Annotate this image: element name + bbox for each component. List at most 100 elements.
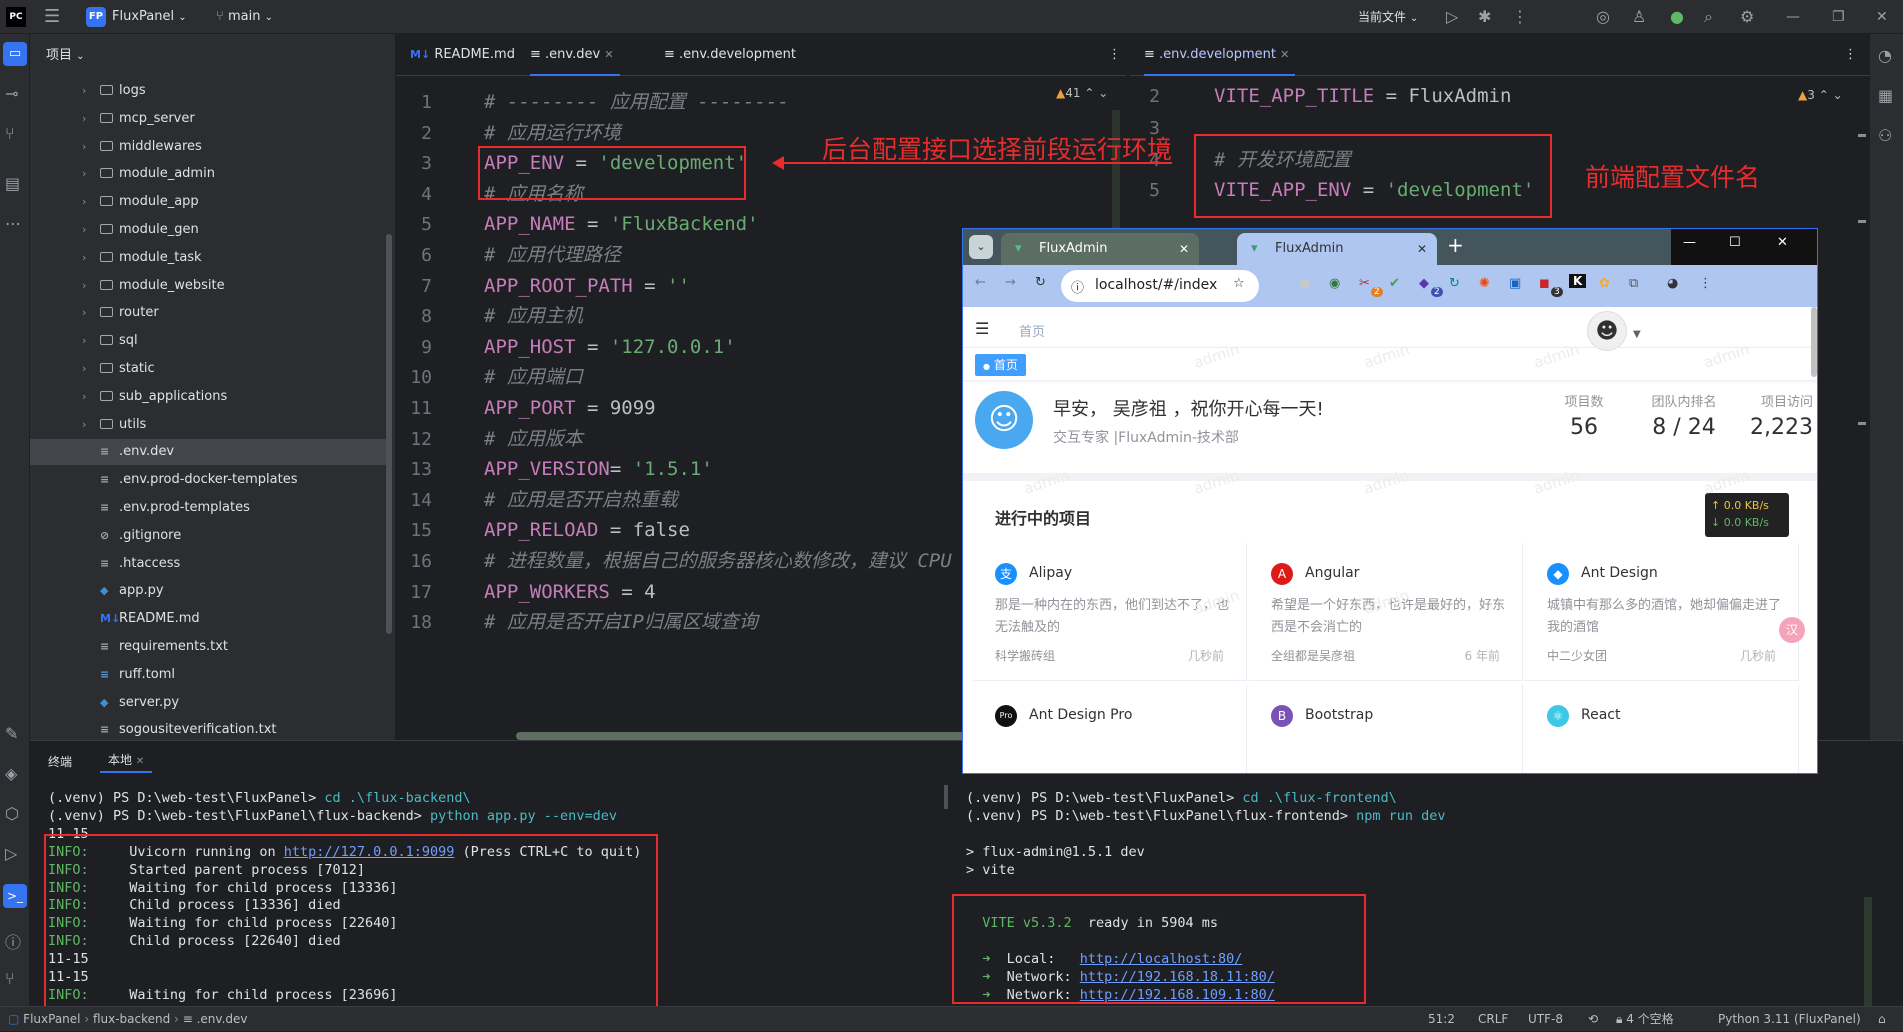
tree-file[interactable]: M↓ README.md: [30, 606, 390, 632]
tree-folder[interactable]: › sql: [30, 328, 390, 354]
code-line[interactable]: # 应用是否开启IP归属区域查询: [484, 604, 758, 641]
project-panel-header[interactable]: 项目 ⌄: [46, 34, 85, 78]
terminal-splitter[interactable]: [944, 785, 948, 809]
chevron-right-icon[interactable]: ›: [82, 78, 86, 104]
extension-icon[interactable]: ✂: [1359, 276, 1370, 291]
add-user-icon[interactable]: ♙: [1632, 0, 1646, 34]
chevron-right-icon[interactable]: ›: [82, 412, 86, 438]
chevron-right-icon[interactable]: ›: [82, 356, 86, 382]
extensions-puzzle-icon[interactable]: ⧉: [1629, 276, 1638, 291]
project-card[interactable]: ◆ Ant Design 城镇中有那么多的酒馆，她却偏偏走进了我的酒馆 中二少女团 几秒…: [1525, 543, 1799, 681]
minimize-window-icon[interactable]: —: [1786, 0, 1800, 34]
ai-chat-icon[interactable]: ⚇: [1878, 126, 1892, 145]
chevron-right-icon[interactable]: ›: [82, 161, 86, 187]
chevron-right-icon[interactable]: ›: [82, 273, 86, 299]
close-tab-icon[interactable]: ✕: [604, 48, 613, 61]
more-tools-icon[interactable]: ⋯: [5, 214, 21, 233]
page-breadcrumb[interactable]: 首页: [1019, 321, 1045, 340]
indent-setting[interactable]: 🔒︎ 4 个空格: [1616, 1007, 1674, 1032]
chevron-right-icon[interactable]: ›: [82, 217, 86, 243]
crumb-project[interactable]: FluxPanel: [23, 1012, 80, 1026]
plugin-status-icon[interactable]: ●: [1670, 0, 1684, 34]
tree-file[interactable]: ≡ sogousiteverification.txt: [30, 717, 390, 740]
extension-icon[interactable]: ◉: [1329, 276, 1340, 291]
close-tab-icon[interactable]: ✕: [1179, 233, 1189, 265]
bookmark-star-icon[interactable]: ☆: [1233, 276, 1245, 291]
project-card[interactable]: A Angular 希望是一个好东西，也许是最好的，好东西是不会消亡的 全组都是吴彦祖…: [1249, 543, 1523, 681]
tree-file[interactable]: ≡ .htaccess: [30, 551, 390, 577]
run-icon[interactable]: ▷: [1446, 0, 1458, 34]
maximize-icon[interactable]: ☐: [1729, 235, 1741, 250]
terminal-tab-local[interactable]: 本地 ✕: [100, 747, 153, 773]
tree-folder[interactable]: › module_gen: [30, 217, 390, 243]
chevron-right-icon[interactable]: ›: [82, 328, 86, 354]
reload-icon[interactable]: ↻: [1035, 275, 1046, 290]
terminal-icon[interactable]: >_: [3, 884, 27, 908]
extension-icon[interactable]: K: [1569, 274, 1587, 288]
close-tab-icon[interactable]: ✕: [136, 756, 144, 767]
floating-assistant-icon[interactable]: 汉: [1779, 617, 1805, 643]
tab-env-dev[interactable]: ≡ .env.dev ✕: [530, 34, 620, 76]
horizontal-scrollbar[interactable]: [516, 732, 976, 740]
database-icon[interactable]: ▦: [1878, 86, 1893, 105]
tree-folder[interactable]: › static: [30, 356, 390, 382]
chevron-right-icon[interactable]: ›: [82, 106, 86, 132]
run-config-dropdown[interactable]: 当前文件 ⌄: [1358, 0, 1418, 34]
extension-icon[interactable]: ↻: [1449, 276, 1460, 291]
tab-env-development[interactable]: ≡ .env.development: [664, 34, 796, 76]
readonly-lock-icon[interactable]: ⌂: [1878, 1007, 1886, 1032]
tab-readme[interactable]: M↓ README.md: [410, 34, 515, 76]
new-tab-icon[interactable]: +: [1447, 233, 1464, 257]
project-card[interactable]: Pro Ant Design Pro: [973, 685, 1247, 773]
tree-file[interactable]: ≡ .env.prod-templates: [30, 495, 390, 521]
browser-menu-icon[interactable]: ⋮: [1699, 276, 1712, 291]
tree-file[interactable]: ⊘ .gitignore: [30, 523, 390, 549]
project-folder-icon[interactable]: ▭: [3, 42, 27, 66]
tab-options-icon[interactable]: ⋮: [1844, 34, 1857, 76]
extension-icon[interactable]: ✿: [1599, 276, 1610, 291]
tree-folder[interactable]: › utils: [30, 412, 390, 438]
python-interpreter[interactable]: Python 3.11 (FluxPanel): [1718, 1007, 1861, 1032]
problems-icon[interactable]: ⓘ: [5, 929, 21, 953]
project-card[interactable]: ⚛ React: [1525, 685, 1799, 773]
scrollbar[interactable]: [386, 234, 392, 634]
extension-icon[interactable]: ◼: [1539, 276, 1550, 291]
ai-assistant-icon[interactable]: ◎: [1596, 0, 1610, 34]
tree-folder[interactable]: › logs: [30, 78, 390, 104]
address-bar[interactable]: ⓘ localhost/#/index ☆: [1061, 270, 1259, 302]
tab-options-icon[interactable]: ⋮: [1108, 34, 1121, 76]
vcs-icon[interactable]: ⟲: [1588, 1007, 1598, 1032]
tree-folder[interactable]: › module_task: [30, 245, 390, 271]
debug-icon[interactable]: ✱: [1478, 0, 1491, 34]
main-menu-icon[interactable]: ☰: [44, 0, 60, 34]
extension-icon[interactable]: ✔: [1389, 276, 1400, 291]
tree-file[interactable]: ◆ app.py: [30, 578, 390, 604]
tree-folder[interactable]: › module_admin: [30, 161, 390, 187]
crumb-file[interactable]: .env.dev: [197, 1012, 248, 1026]
terminal-scrollbar[interactable]: [1864, 897, 1872, 1007]
notifications-icon[interactable]: ◔: [1878, 46, 1892, 65]
search-icon[interactable]: ⌕: [1704, 0, 1713, 34]
browser-tab-2[interactable]: ▾ FluxAdmin ✕: [1237, 233, 1437, 265]
sidebar-toggle-icon[interactable]: ☰: [975, 319, 989, 338]
tree-folder[interactable]: › mcp_server: [30, 106, 390, 132]
commit-icon[interactable]: ⊸: [5, 84, 18, 103]
run-panel-icon[interactable]: ▷: [5, 844, 17, 863]
chevron-right-icon[interactable]: ›: [82, 189, 86, 215]
close-icon[interactable]: ✕: [1777, 235, 1788, 250]
file-encoding[interactable]: UTF-8: [1528, 1007, 1563, 1032]
code-line[interactable]: VITE_APP_TITLE = FluxAdmin: [1214, 78, 1511, 115]
tree-file[interactable]: ≡ requirements.txt: [30, 634, 390, 660]
forward-icon[interactable]: →: [1005, 275, 1016, 290]
tree-file[interactable]: ◆ server.py: [30, 690, 390, 716]
structure-icon[interactable]: ▤: [5, 174, 20, 193]
extension-icon[interactable]: ●: [1299, 276, 1310, 291]
user-avatar[interactable]: ☻: [1587, 311, 1627, 351]
tab-search-icon[interactable]: ⌄: [969, 235, 993, 259]
caret-position[interactable]: 51:2: [1428, 1007, 1455, 1032]
project-switcher[interactable]: FluxPanel ⌄: [112, 0, 187, 34]
close-tab-icon[interactable]: ✕: [1280, 48, 1289, 61]
back-icon[interactable]: ←: [975, 275, 986, 290]
build-tools-icon[interactable]: ✎: [5, 724, 18, 743]
tree-file[interactable]: ≡ ruff.toml: [30, 662, 390, 688]
